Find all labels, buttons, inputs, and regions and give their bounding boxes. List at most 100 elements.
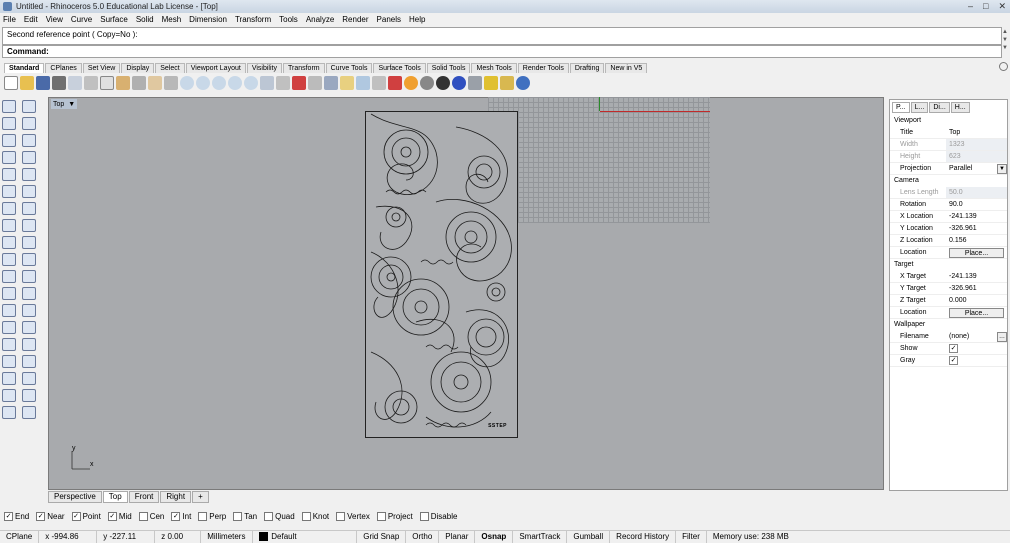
curve-icon[interactable] <box>22 117 36 130</box>
osnap-near-checkbox[interactable]: ✓ <box>36 511 46 521</box>
status-record-history[interactable]: Record History <box>610 531 677 543</box>
render-icon[interactable] <box>388 76 402 90</box>
pencil-icon[interactable] <box>484 76 498 90</box>
status-layer[interactable]: Default <box>253 531 358 543</box>
osnap-perp[interactable]: Perp <box>198 511 226 521</box>
camera-place-button[interactable]: Place... <box>949 247 1004 258</box>
block-icon[interactable] <box>2 389 16 402</box>
panel-tab-layers[interactable]: L... <box>910 102 929 113</box>
menu-tools[interactable]: Tools <box>279 15 298 24</box>
ghosted-sphere-icon[interactable] <box>452 76 466 90</box>
wallpaper-gray-checkbox[interactable]: ✓ <box>949 356 958 365</box>
viewport-tab-perspective[interactable]: Perspective <box>48 491 102 503</box>
ellipse-icon[interactable] <box>2 168 16 181</box>
tab-set-view[interactable]: Set View <box>82 63 121 73</box>
polygon-icon[interactable] <box>2 151 16 164</box>
trim-icon[interactable] <box>2 253 16 266</box>
osnap-cen[interactable]: Cen <box>138 511 164 521</box>
tab-viewport-layout[interactable]: Viewport Layout <box>185 63 246 73</box>
status-planar[interactable]: Planar <box>439 531 476 543</box>
menu-solid[interactable]: Solid <box>136 15 154 24</box>
toolbar-options-icon[interactable] <box>999 62 1008 71</box>
projection-select[interactable]: Parallel <box>946 163 997 174</box>
tab-drafting[interactable]: Drafting <box>569 63 605 73</box>
osnap-knot[interactable]: Knot <box>301 511 329 521</box>
osnap-project[interactable]: Project <box>376 511 413 521</box>
hatch-icon[interactable] <box>2 355 16 368</box>
zoom-extents-icon[interactable] <box>212 76 226 90</box>
minimize-button[interactable]: – <box>968 1 973 12</box>
menu-view[interactable]: View <box>46 15 63 24</box>
dimension-icon[interactable] <box>22 321 36 334</box>
y-target-field[interactable]: -326.961 <box>946 283 1007 294</box>
x-target-field[interactable]: -241.139 <box>946 271 1007 282</box>
point-icon[interactable] <box>22 100 36 113</box>
analyze-icon[interactable] <box>2 338 16 351</box>
menu-edit[interactable]: Edit <box>24 15 38 24</box>
osnap-knot-checkbox[interactable] <box>301 511 311 521</box>
copy-icon[interactable] <box>100 76 114 90</box>
menu-file[interactable]: File <box>3 15 16 24</box>
dots-icon[interactable] <box>22 372 36 385</box>
text-icon[interactable] <box>22 338 36 351</box>
status-osnap[interactable]: Osnap <box>475 531 514 543</box>
menu-curve[interactable]: Curve <box>71 15 92 24</box>
wallpaper-show-checkbox[interactable]: ✓ <box>949 344 958 353</box>
osnap-point[interactable]: ✓ Point <box>71 511 101 521</box>
tab-surface-tools[interactable]: Surface Tools <box>373 63 426 73</box>
paste-icon[interactable] <box>116 76 130 90</box>
boolean-icon[interactable] <box>2 270 16 283</box>
viewport-menu-icon[interactable]: ▼ <box>68 101 75 108</box>
status-ortho[interactable]: Ortho <box>406 531 440 543</box>
box-icon[interactable] <box>2 202 16 215</box>
osnap-tan[interactable]: Tan <box>233 511 257 521</box>
panel-tab-display[interactable]: Di... <box>929 102 950 113</box>
osnap-quad-checkbox[interactable] <box>264 511 274 521</box>
menu-mesh[interactable]: Mesh <box>162 15 182 24</box>
color-wheel-icon[interactable] <box>404 76 418 90</box>
menu-transform[interactable]: Transform <box>235 15 271 24</box>
x-location-field[interactable]: -241.139 <box>946 211 1007 222</box>
move-tool-icon[interactable] <box>2 287 16 300</box>
polyline-icon[interactable] <box>2 117 16 130</box>
tab-display[interactable]: Display <box>121 63 155 73</box>
osnap-perp-checkbox[interactable] <box>198 511 208 521</box>
menu-help[interactable]: Help <box>409 15 425 24</box>
sweep-icon[interactable] <box>2 406 16 419</box>
flow-icon[interactable] <box>22 406 36 419</box>
open-file-icon[interactable] <box>20 76 34 90</box>
status-units[interactable]: Millimeters <box>201 531 254 543</box>
osnap-vertex-checkbox[interactable] <box>336 511 346 521</box>
chevron-down-icon[interactable]: ▼ <box>997 163 1007 174</box>
tab-new-in-v5[interactable]: New in V5 <box>605 63 648 73</box>
viewport-tab-top[interactable]: Top <box>102 491 128 503</box>
edit-points-icon[interactable] <box>22 389 36 402</box>
osnap-end-checkbox[interactable]: ✓ <box>4 511 13 521</box>
z-target-field[interactable]: 0.000 <box>946 295 1007 306</box>
menu-panels[interactable]: Panels <box>377 15 401 24</box>
menu-dimension[interactable]: Dimension <box>189 15 227 24</box>
carved-panel-drawing[interactable]: SSTEP <box>365 111 518 438</box>
rotation-field[interactable]: 90.0 <box>946 199 1007 210</box>
tab-select[interactable]: Select <box>155 63 185 73</box>
tab-visibility[interactable]: Visibility <box>246 63 282 73</box>
fillet-curve-icon[interactable] <box>22 168 36 181</box>
osnap-int-checkbox[interactable]: ✓ <box>171 511 181 521</box>
osnap-tan-checkbox[interactable] <box>233 511 243 521</box>
maximize-button[interactable]: □ <box>983 1 988 12</box>
tab-solid-tools[interactable]: Solid Tools <box>426 63 471 73</box>
status-cplane[interactable]: CPlane <box>0 531 40 543</box>
osnap-near[interactable]: ✓ Near <box>36 511 65 521</box>
tab-transform[interactable]: Transform <box>282 63 325 73</box>
osnap-int[interactable]: ✓ Int <box>171 511 191 521</box>
rotate-view-icon[interactable] <box>164 76 178 90</box>
arc-icon[interactable] <box>22 134 36 147</box>
rotate-icon[interactable] <box>2 304 16 317</box>
osnap-point-checkbox[interactable]: ✓ <box>71 511 81 521</box>
viewport-layout-icon[interactable] <box>260 76 274 90</box>
circle-icon[interactable] <box>2 134 16 147</box>
osnap-vertex[interactable]: Vertex <box>336 511 370 521</box>
render-tool-icon[interactable] <box>2 372 16 385</box>
new-file-icon[interactable] <box>4 76 18 90</box>
surface-icon[interactable] <box>2 185 16 198</box>
